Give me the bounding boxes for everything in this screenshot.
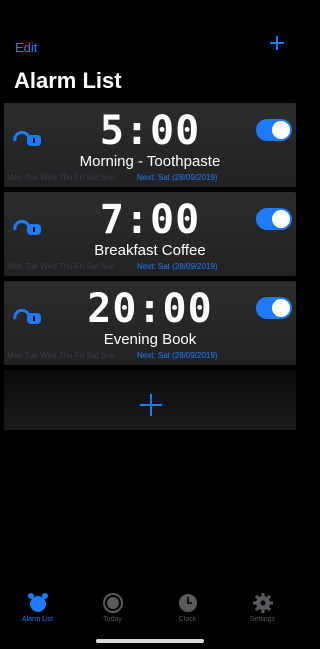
edit-button[interactable]: Edit [15, 40, 37, 55]
alarm-toggle[interactable] [256, 119, 292, 141]
alarm-card[interactable]: 7:00 Breakfast Coffee Mon Tue Wed Thu Fr… [4, 192, 296, 276]
tab-today[interactable]: Today [75, 588, 150, 623]
alarm-clock-icon [27, 593, 48, 612]
today-circle-icon [102, 593, 123, 613]
tab-alarm-list[interactable]: Alarm List [0, 588, 75, 623]
tab-clock[interactable]: Clock [150, 588, 225, 623]
alarm-days: Mon Tue Wed Thu Fri Sat Sun [7, 262, 115, 271]
add-alarm-row[interactable] [4, 370, 296, 430]
home-indicator[interactable] [96, 639, 204, 643]
tab-label: Settings [249, 616, 276, 623]
page-title: Alarm List [14, 68, 122, 93]
tab-label: Alarm List [21, 616, 54, 623]
alarm-days: Mon Tue Wed Thu Fri Sat Sun [7, 173, 115, 182]
alarm-card[interactable]: 5:00 Morning - Toothpaste Mon Tue Wed Th… [4, 103, 296, 187]
alarm-card[interactable]: 20:00 Evening Book Mon Tue Wed Thu Fri S… [4, 281, 296, 365]
alarm-next-date: Next: Sat (28/09/2019) [137, 351, 218, 360]
alarm-label: Evening Book [103, 331, 197, 348]
alarm-next-date: Next: Sat (28/09/2019) [137, 173, 218, 182]
alarm-time: 5:00 [99, 108, 201, 154]
alarm-time: 20:00 [87, 286, 213, 332]
alarm-label: Morning - Toothpaste [79, 153, 221, 170]
alarm-next-date: Next: Sat (28/09/2019) [137, 262, 218, 271]
add-alarm-plus-icon[interactable] [140, 394, 162, 416]
alarm-days: Mon Tue Wed Thu Fri Sat Sun [7, 351, 115, 360]
tab-settings[interactable]: Settings [225, 588, 300, 623]
alarm-time: 7:00 [99, 197, 201, 243]
gear-icon [252, 593, 273, 613]
add-alarm-plus-icon[interactable] [270, 36, 284, 50]
alarm-toggle[interactable] [256, 208, 292, 230]
nav-bar: Edit [0, 36, 300, 60]
alarm-label: Breakfast Coffee [94, 242, 206, 259]
clock-icon [178, 594, 197, 612]
tab-label: Clock [178, 616, 197, 623]
alarm-toggle[interactable] [256, 297, 292, 319]
tab-label: Today [103, 616, 122, 623]
